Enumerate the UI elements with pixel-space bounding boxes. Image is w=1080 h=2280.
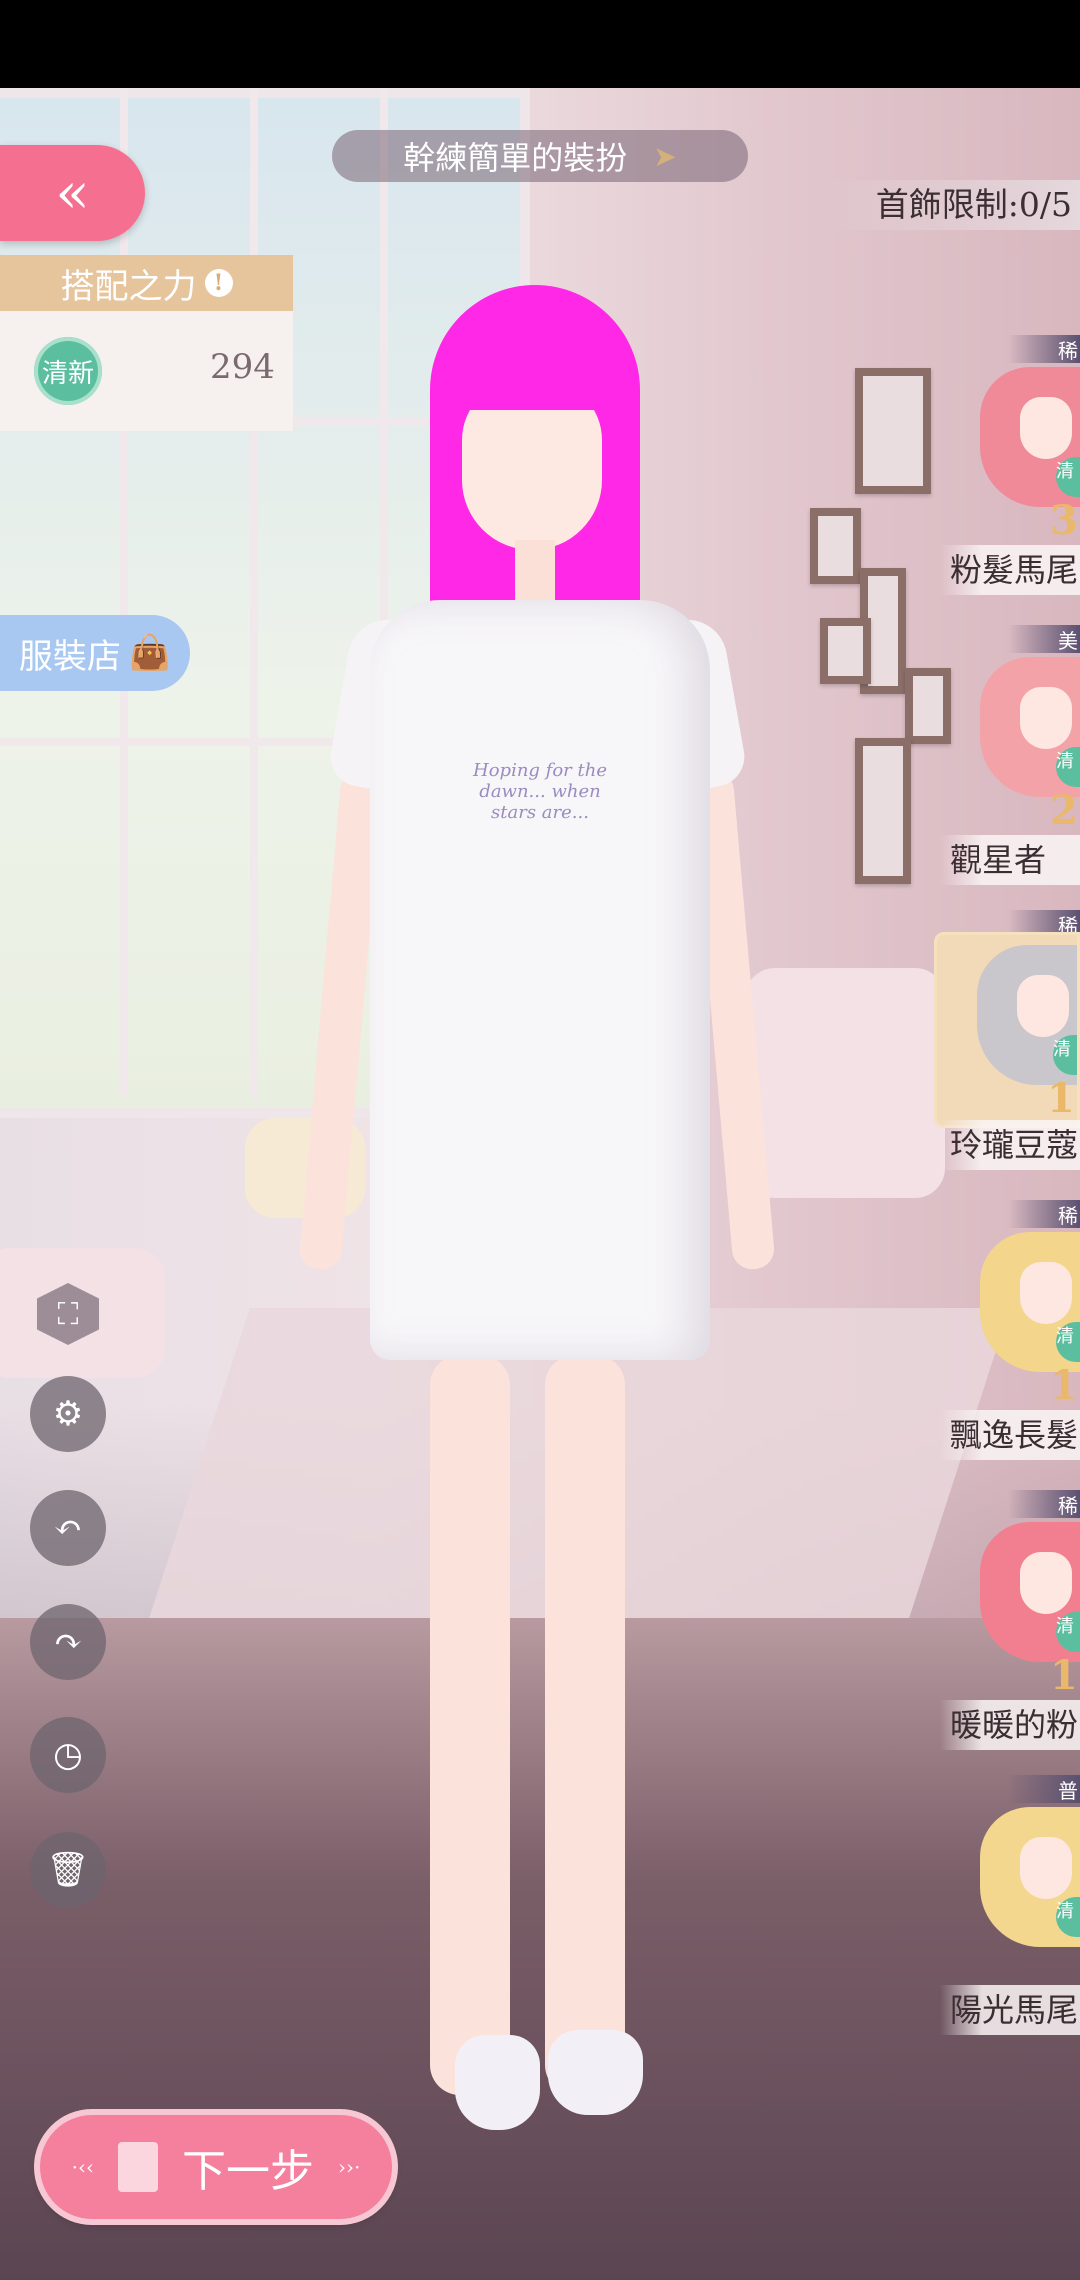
character-left-leg (430, 1355, 510, 2095)
item-score: 1 (1050, 1362, 1078, 1409)
task-title: 幹練簡單的裝扮 ➤ (332, 130, 748, 182)
info-icon[interactable]: ! (204, 269, 233, 297)
portrait-face (1020, 1837, 1072, 1899)
task-title-text: 幹練簡單的裝扮 (403, 139, 628, 177)
wall-picture (810, 508, 861, 584)
item-card[interactable]: 清2 (960, 647, 1080, 837)
double-chevron-left-icon: « (55, 160, 90, 226)
hair-item[interactable]: 稀清 1 玲瓏豆蔻 (934, 910, 1080, 1180)
item-score: 1 (1050, 1652, 1078, 1699)
item-name: 暖暖的粉 (940, 1700, 1080, 1750)
clothes-card-icon (118, 2142, 158, 2192)
delete-button[interactable]: 🗑 (30, 1832, 106, 1908)
next-step-label: 下一步 (182, 2146, 314, 2197)
expand-icon: ⛶ (57, 1296, 79, 1332)
item-name: 陽光馬尾 (940, 1985, 1080, 2035)
clothing-shop-label: 服裝店 (18, 636, 121, 677)
shopping-bag-icon: 👜 (128, 633, 172, 673)
character-right-leg (545, 1355, 625, 2095)
clock-icon: ◷ (53, 1735, 83, 1775)
hair-item[interactable]: 稀清 1 暖暖的粉 (940, 1490, 1080, 1760)
back-button[interactable]: « (0, 145, 145, 241)
trash-icon: 🗑 (46, 1850, 90, 1890)
wall-picture (855, 738, 911, 884)
portrait-face (1020, 687, 1072, 749)
wall-picture (855, 368, 931, 494)
history-button[interactable]: ◷ (30, 1717, 106, 1793)
portrait-face (1017, 975, 1069, 1037)
item-name: 飄逸長髮・ (940, 1410, 1080, 1460)
styling-power-panel: 搭配之力 ! 清新 294 (0, 255, 293, 455)
wall-picture (820, 618, 871, 684)
undo-button[interactable]: ↶ (30, 1490, 106, 1566)
sofa (745, 968, 945, 1198)
decoration-left: ·‹‹ (71, 2155, 94, 2179)
hair-item[interactable]: 稀清1飄逸長髮・ (940, 1200, 1080, 1470)
item-card[interactable]: 清3 (960, 357, 1080, 547)
undo-icon: ↶ (53, 1508, 83, 1548)
settings-button[interactable]: ⚙ (30, 1376, 106, 1452)
styling-power-header: 搭配之力 ! (0, 255, 293, 311)
next-step-button[interactable]: ·‹‹ 下一步 ››· (40, 2115, 392, 2219)
accessory-limit: 首飾限制:0/5 (822, 180, 1080, 230)
item-name: 玲瓏豆蔻 (940, 1120, 1080, 1170)
character-left-slipper (455, 2035, 540, 2130)
item-name: 觀星者 (940, 835, 1080, 885)
redo-icon: ↷ (53, 1622, 83, 1662)
window-frame (120, 88, 128, 1098)
shirt-print-text: Hoping for the dawn... when stars are... (473, 760, 607, 823)
shirt-print: Hoping for the dawn... when stars are... (470, 760, 610, 823)
item-card[interactable]: 清1 (960, 1222, 1080, 1412)
hair-item[interactable]: 稀清 3 粉髮馬尾 (940, 335, 1080, 605)
hair-item[interactable]: 美清 2 觀星者 (940, 625, 1080, 895)
character-right-slipper (548, 2030, 643, 2115)
hair-item[interactable]: 普清陽光馬尾 (940, 1775, 1080, 2045)
window-frame (250, 88, 258, 1098)
clothing-shop-button[interactable]: 服裝店 👜 (0, 615, 190, 691)
arrow-icon: ➤ (653, 139, 677, 173)
character-tshirt-dress[interactable] (370, 600, 710, 1360)
styling-power-label: 搭配之力 (60, 266, 197, 307)
gear-icon: ⚙ (52, 1394, 84, 1434)
item-score: 2 (1050, 787, 1078, 834)
style-tag-fresh: 清新 (34, 337, 102, 405)
item-card[interactable]: 清1 (934, 932, 1080, 1128)
item-card[interactable]: 清1 (960, 1512, 1080, 1702)
item-score: 1 (1047, 1075, 1075, 1122)
item-card[interactable]: 清 (960, 1797, 1080, 1987)
styling-power-value: 294 (210, 347, 275, 387)
item-name: 粉髮馬尾 (940, 545, 1080, 595)
expand-button[interactable]: ⛶ (30, 1276, 106, 1352)
redo-button[interactable]: ↷ (30, 1604, 106, 1680)
portrait-face (1020, 1262, 1072, 1324)
portrait-face (1020, 397, 1072, 459)
portrait-face (1020, 1552, 1072, 1614)
item-score: 3 (1050, 497, 1078, 544)
decoration-right: ››· (338, 2155, 361, 2179)
